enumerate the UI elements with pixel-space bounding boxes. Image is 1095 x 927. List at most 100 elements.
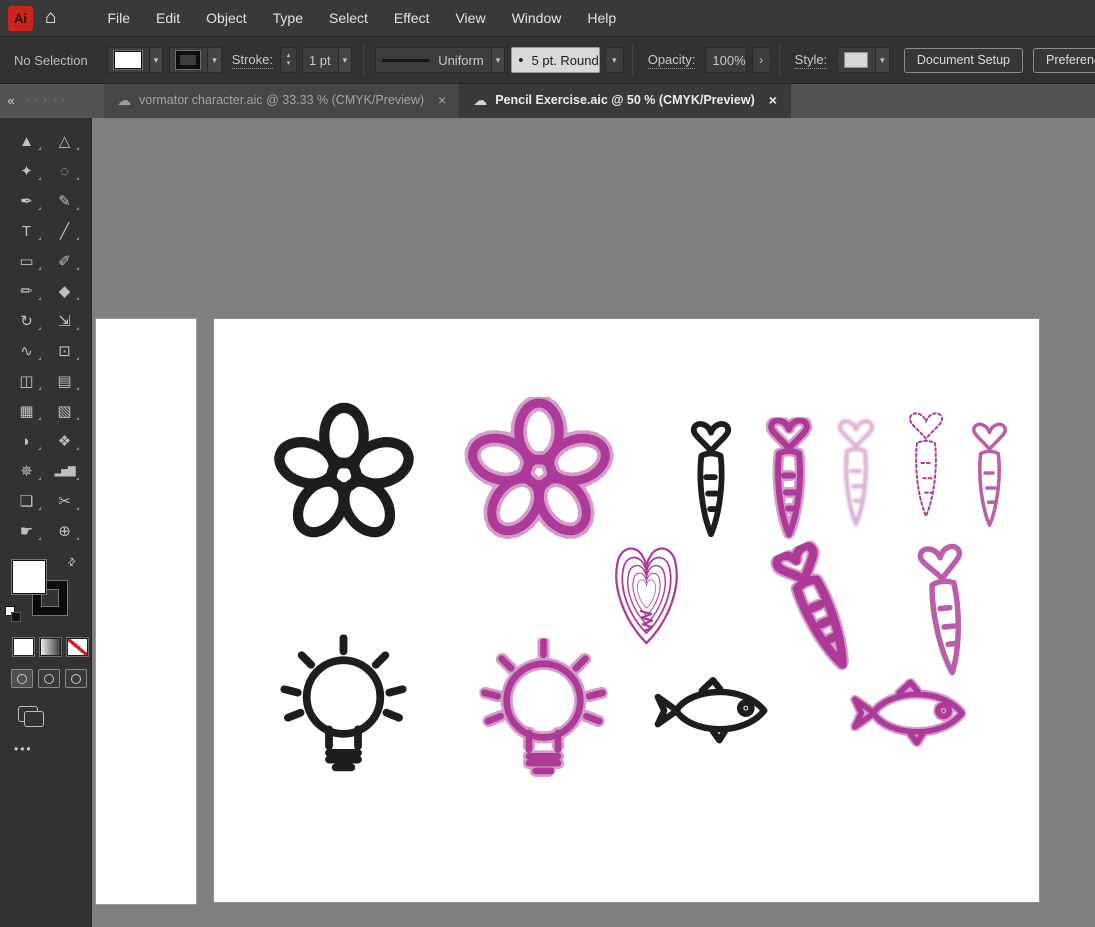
menu-view[interactable]: View [442,10,498,26]
menu-object[interactable]: Object [193,10,259,26]
tab-pencil-exercise[interactable]: ☁ Pencil Exercise.aic @ 50 % (CMYK/Previ… [460,82,791,118]
stroke-label[interactable]: Stroke: [231,52,273,69]
carrot-icon-dashed[interactable] [899,393,953,541]
draw-inside-button[interactable] [65,669,87,688]
default-fill-stroke-icon[interactable] [5,606,21,622]
menu-help[interactable]: Help [574,10,629,26]
none-button[interactable] [67,638,88,656]
slice-tool[interactable]: ✂ [46,486,84,516]
menu-select[interactable]: Select [316,10,381,26]
chevron-down-icon[interactable]: ▾ [148,48,163,72]
carrot-icon-pink[interactable] [963,401,1016,553]
scale-tool[interactable]: ⇲ [46,306,84,336]
document-setup-button[interactable]: Document Setup [903,47,1023,73]
spinner-up-icon[interactable]: ▴ [287,52,291,60]
opacity-panel-arrow[interactable]: › [751,47,771,73]
style-swatch[interactable] [844,52,869,68]
flower-icon-magenta[interactable] [464,397,614,547]
paintbrush-tool[interactable]: ✐ [46,246,84,276]
close-icon[interactable]: × [438,93,446,107]
pen-tool[interactable]: ✒ [8,186,46,216]
home-icon[interactable]: ⌂ [45,7,56,29]
line-segment-tool[interactable]: ╱ [46,216,84,246]
symbol-sprayer-tool[interactable]: ✵ [8,456,46,486]
canvas[interactable] [91,118,1095,927]
hand-tool[interactable]: ☛ [8,516,46,546]
type-tool[interactable]: T [8,216,46,246]
graphic-style-dropdown[interactable]: ▾ [837,47,890,73]
stroke-weight-combo[interactable]: 1 pt ▾ [301,47,353,73]
menu-type[interactable]: Type [260,10,316,26]
toolbar-grip[interactable] [22,82,104,118]
magic-wand-tool[interactable]: ✦ [8,156,46,186]
illustrator-app-icon[interactable]: Ai [8,5,33,31]
carrot-icon-pink-tilted[interactable] [905,536,986,690]
menu-edit[interactable]: Edit [143,10,193,26]
pencil-tool[interactable]: ✏ [8,276,46,306]
adjacent-artboard[interactable] [95,318,197,905]
eraser-tool[interactable]: ◆ [46,276,84,306]
color-button[interactable] [13,638,34,656]
zoom-tool[interactable]: ⊕ [46,516,84,546]
close-icon[interactable]: × [769,93,777,107]
brush-definition-combo[interactable]: • 5 pt. Round [511,47,600,73]
eyedropper-tool[interactable]: ◗ [8,426,46,456]
lightbulb-icon-magenta[interactable] [471,626,616,793]
fill-swatch[interactable] [113,51,142,69]
fill-proxy[interactable] [12,560,46,594]
draw-normal-button[interactable] [11,669,33,688]
style-label[interactable]: Style: [794,52,828,69]
mesh-tool[interactable]: ▦ [8,396,46,426]
blend-tool[interactable]: ❖ [46,426,84,456]
carrot-icon-magenta[interactable] [759,401,819,559]
selection-tool[interactable]: ▲ [8,126,46,156]
gradient-tool[interactable]: ▧ [46,396,84,426]
flower-icon-black[interactable] [271,402,417,548]
opacity-combo[interactable]: 100% [705,47,747,73]
width-profile-combo[interactable]: Uniform ▾ [375,47,506,73]
fill-color-dropdown[interactable]: ▾ [106,47,164,73]
tab-title[interactable]: vormator character.aic @ 33.33 % (CMYK/P… [139,93,424,107]
screen-mode-icon[interactable] [18,706,44,727]
chevron-down-icon[interactable]: ▾ [490,48,505,72]
stroke-weight-stepper[interactable]: ▴ ▾ [279,47,297,73]
menu-effect[interactable]: Effect [381,10,443,26]
carrot-icon-pink-faded[interactable] [829,399,883,551]
width-tool[interactable]: ∿ [8,336,46,366]
menu-window[interactable]: Window [499,10,575,26]
free-transform-tool[interactable]: ⊡ [46,336,84,366]
fish-icon-magenta[interactable] [846,671,983,756]
lightbulb-icon-black[interactable] [271,621,416,791]
chevron-down-icon[interactable]: ▾ [337,48,352,72]
artboard-tool[interactable]: ❏ [8,486,46,516]
shape-builder-tool[interactable]: ◫ [8,366,46,396]
fish-icon-black[interactable] [649,669,785,753]
direct-selection-tool[interactable]: △ [46,126,84,156]
stroke-swatch[interactable] [176,51,201,69]
curvature-tool[interactable]: ✎ [46,186,84,216]
menu-file[interactable]: File [94,10,143,26]
opacity-label[interactable]: Opacity: [647,52,696,69]
chevron-down-icon[interactable]: ▾ [604,47,624,73]
lasso-tool[interactable]: ◌ [46,156,84,186]
stroke-color-dropdown[interactable]: ▾ [169,47,222,73]
chevron-down-icon[interactable]: ▾ [207,48,221,72]
gradient-button[interactable] [40,638,61,656]
carrot-icon-black[interactable] [682,404,740,559]
column-graph-tool[interactable]: ▂▅▇ [46,456,84,486]
artboard[interactable] [213,318,1040,903]
rotate-tool[interactable]: ↻ [8,306,46,336]
swap-fill-stroke-icon[interactable]: ⇄ [65,556,79,570]
collapse-panel-icon[interactable]: « [0,82,22,118]
rectangle-tool[interactable]: ▭ [8,246,46,276]
preferences-button[interactable]: Preferences [1033,47,1095,73]
spinner-down-icon[interactable]: ▾ [287,60,291,68]
edit-toolbar-ellipsis[interactable]: ••• [14,742,91,756]
draw-behind-button[interactable] [38,669,60,688]
perspective-grid-tool[interactable]: ▤ [46,366,84,396]
tab-vormator-character[interactable]: ☁ vormator character.aic @ 33.33 % (CMYK… [104,82,461,118]
carrot-icon-magenta-tilted[interactable] [757,534,880,688]
chevron-down-icon[interactable]: ▾ [875,48,889,72]
tab-title[interactable]: Pencil Exercise.aic @ 50 % (CMYK/Preview… [495,93,755,107]
heart-scribble-icon[interactable] [609,513,684,669]
